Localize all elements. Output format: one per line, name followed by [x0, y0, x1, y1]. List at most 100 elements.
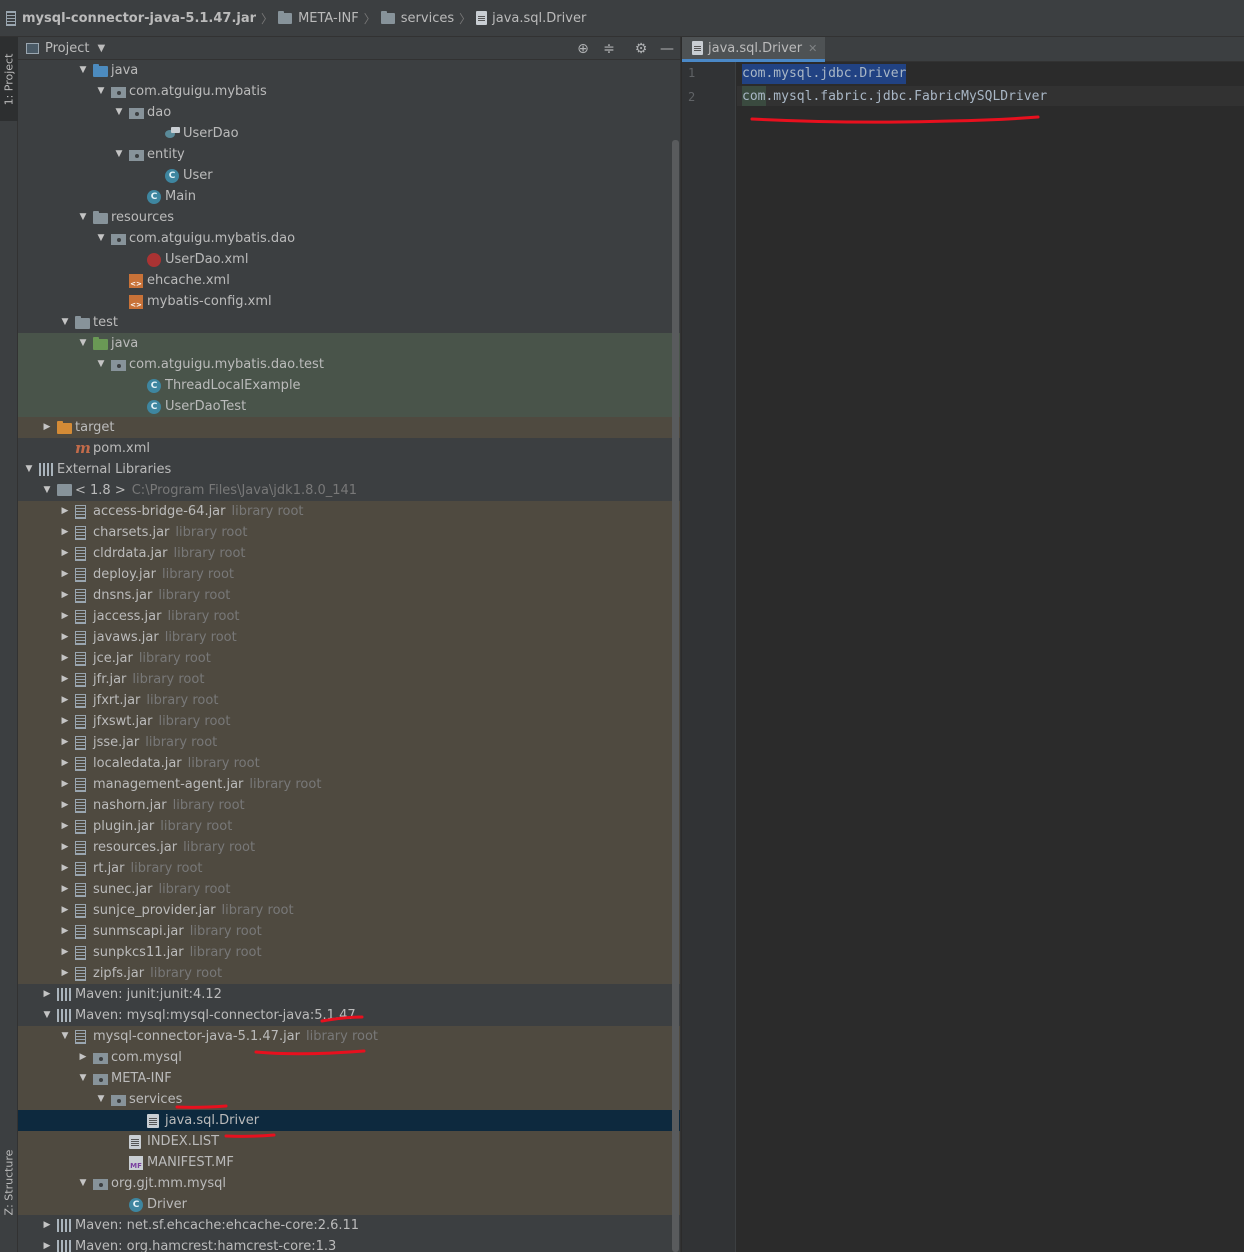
project-tree[interactable]: ▼ java ▼ com.atguigu.mybatis ▼ dao UserDao ▼ ent… [18, 60, 680, 1252]
tree-node[interactable]: ▶ sunjce_provider.jar library root [18, 900, 680, 921]
expand-arrow-open-icon[interactable]: ▼ [42, 1005, 52, 1026]
expand-arrow-closed-icon[interactable]: ▶ [60, 774, 70, 795]
expand-arrow-closed-icon[interactable]: ▶ [60, 564, 70, 585]
tree-node[interactable]: ▼ test [18, 312, 680, 333]
expand-arrow-closed-icon[interactable]: ▶ [60, 837, 70, 858]
expand-arrow-closed-icon[interactable]: ▶ [60, 501, 70, 522]
tree-node[interactable]: ▼ External Libraries [18, 459, 680, 480]
tree-node[interactable]: ▶ sunmscapi.jar library root [18, 921, 680, 942]
tree-leaf[interactable]: java.sql.Driver [18, 1110, 680, 1131]
expand-arrow-open-icon[interactable]: ▼ [96, 228, 106, 249]
expand-arrow-closed-icon[interactable]: ▶ [60, 732, 70, 753]
expand-arrow-closed-icon[interactable]: ▶ [60, 606, 70, 627]
tree-node[interactable]: ▶ deploy.jar library root [18, 564, 680, 585]
expand-arrow-open-icon[interactable]: ▼ [78, 207, 88, 228]
project-tool-tab[interactable]: 1: Project [0, 37, 18, 121]
code-line-2[interactable]: com.mysql.fabric.jdbc.FabricMySQLDriver [742, 87, 1047, 107]
expand-arrow-open-icon[interactable]: ▼ [42, 480, 52, 501]
expand-arrow-open-icon[interactable]: ▼ [114, 144, 124, 165]
expand-arrow-closed-icon[interactable]: ▶ [60, 627, 70, 648]
tree-node[interactable]: ▼ META-INF [18, 1068, 680, 1089]
expand-arrow-closed-icon[interactable]: ▶ [60, 711, 70, 732]
expand-arrow-closed-icon[interactable]: ▶ [60, 921, 70, 942]
tree-leaf[interactable]: <> mybatis-config.xml [18, 291, 680, 312]
breadcrumb-item[interactable]: mysql-connector-java-5.1.47.jar [6, 10, 256, 26]
code-line-1[interactable]: com.mysql.jdbc.Driver [742, 64, 907, 84]
tree-node[interactable]: ▶ access-bridge-64.jar library root [18, 501, 680, 522]
tree-leaf[interactable]: C ThreadLocalExample [18, 375, 680, 396]
tree-leaf[interactable]: INDEX.LIST [18, 1131, 680, 1152]
project-view-selector[interactable]: Project [45, 41, 89, 56]
tree-node[interactable]: ▶ Maven: net.sf.ehcache:ehcache-core:2.6.… [18, 1215, 680, 1236]
expand-arrow-closed-icon[interactable]: ▶ [60, 900, 70, 921]
tree-node[interactable]: ▶ zipfs.jar library root [18, 963, 680, 984]
expand-arrow-open-icon[interactable]: ▼ [96, 354, 106, 375]
tree-node[interactable]: ▶ charsets.jar library root [18, 522, 680, 543]
tree-node[interactable]: ▼ java [18, 60, 680, 81]
tree-node[interactable]: ▶ management-agent.jar library root [18, 774, 680, 795]
tree-node[interactable]: ▼ Maven: mysql:mysql-connector-java:5.1.4… [18, 1005, 680, 1026]
expand-arrow-closed-icon[interactable]: ▶ [60, 816, 70, 837]
structure-tool-tab[interactable]: Z: Structure [0, 1142, 18, 1222]
tree-node[interactable]: ▼ java [18, 333, 680, 354]
tree-node[interactable]: ▶ localedata.jar library root [18, 753, 680, 774]
close-icon[interactable]: ✕ [808, 42, 817, 55]
tree-node[interactable]: ▶ dnsns.jar library root [18, 585, 680, 606]
chevron-down-icon[interactable]: ▼ [97, 43, 105, 54]
expand-arrow-closed-icon[interactable]: ▶ [42, 417, 52, 438]
expand-arrow-open-icon[interactable]: ▼ [96, 1089, 106, 1110]
expand-arrow-closed-icon[interactable]: ▶ [60, 669, 70, 690]
tree-node[interactable]: ▼ entity [18, 144, 680, 165]
tree-node[interactable]: ▼ < 1.8 > C:\Program Files\Java\jdk1.8.0_1… [18, 480, 680, 501]
tree-leaf[interactable]: C User [18, 165, 680, 186]
expand-arrow-closed-icon[interactable]: ▶ [42, 984, 52, 1005]
tree-node[interactable]: ▶ javaws.jar library root [18, 627, 680, 648]
breadcrumb-item[interactable]: services [380, 10, 454, 26]
tree-node[interactable]: ▼ services [18, 1089, 680, 1110]
tree-node[interactable]: ▼ com.atguigu.mybatis.dao.test [18, 354, 680, 375]
tree-leaf[interactable]: MF MANIFEST.MF [18, 1152, 680, 1173]
tree-node[interactable]: ▼ dao [18, 102, 680, 123]
expand-arrow-closed-icon[interactable]: ▶ [60, 753, 70, 774]
expand-arrow-open-icon[interactable]: ▼ [78, 60, 88, 81]
tree-node[interactable]: ▶ target [18, 417, 680, 438]
expand-arrow-open-icon[interactable]: ▼ [96, 81, 106, 102]
tree-node[interactable]: ▶ com.mysql [18, 1047, 680, 1068]
editor-tab-java-sql-driver[interactable]: java.sql.Driver ✕ [682, 37, 826, 62]
tree-node[interactable]: ▶ jsse.jar library root [18, 732, 680, 753]
expand-arrow-open-icon[interactable]: ▼ [78, 1173, 88, 1194]
tree-leaf[interactable]: C Main [18, 186, 680, 207]
expand-arrow-closed-icon[interactable]: ▶ [60, 879, 70, 900]
collapse-all-icon[interactable]: ≑ [600, 40, 618, 58]
tree-leaf[interactable]: <> ehcache.xml [18, 270, 680, 291]
tree-node[interactable]: ▶ nashorn.jar library root [18, 795, 680, 816]
tree-node[interactable]: ▶ jfxrt.jar library root [18, 690, 680, 711]
expand-arrow-closed-icon[interactable]: ▶ [60, 690, 70, 711]
expand-arrow-closed-icon[interactable]: ▶ [60, 648, 70, 669]
tree-node[interactable]: ▶ Maven: junit:junit:4.12 [18, 984, 680, 1005]
expand-arrow-open-icon[interactable]: ▼ [114, 102, 124, 123]
breadcrumb-item[interactable]: META-INF [278, 10, 359, 26]
tree-node[interactable]: ▶ plugin.jar library root [18, 816, 680, 837]
tree-node[interactable]: ▼ com.atguigu.mybatis.dao [18, 228, 680, 249]
expand-arrow-open-icon[interactable]: ▼ [60, 1026, 70, 1047]
expand-arrow-closed-icon[interactable]: ▶ [42, 1236, 52, 1252]
project-tree-scrollbar[interactable] [672, 140, 679, 1252]
expand-arrow-open-icon[interactable]: ▼ [78, 333, 88, 354]
expand-arrow-closed-icon[interactable]: ▶ [60, 942, 70, 963]
expand-arrow-open-icon[interactable]: ▼ [60, 312, 70, 333]
tree-node[interactable]: ▶ cldrdata.jar library root [18, 543, 680, 564]
locate-icon[interactable]: ⊕ [574, 40, 592, 58]
expand-arrow-closed-icon[interactable]: ▶ [60, 858, 70, 879]
expand-arrow-closed-icon[interactable]: ▶ [60, 522, 70, 543]
expand-arrow-closed-icon[interactable]: ▶ [60, 795, 70, 816]
tree-node[interactable]: ▼ org.gjt.mm.mysql [18, 1173, 680, 1194]
expand-arrow-closed-icon[interactable]: ▶ [60, 585, 70, 606]
expand-arrow-closed-icon[interactable]: ▶ [78, 1047, 88, 1068]
tree-node[interactable]: ▼ com.atguigu.mybatis [18, 81, 680, 102]
expand-arrow-open-icon[interactable]: ▼ [24, 459, 34, 480]
breadcrumb-item[interactable]: java.sql.Driver [476, 11, 586, 26]
tree-node[interactable]: ▶ Maven: org.hamcrest:hamcrest-core:1.3 [18, 1236, 680, 1252]
tree-node[interactable]: ▶ jfxswt.jar library root [18, 711, 680, 732]
expand-arrow-closed-icon[interactable]: ▶ [60, 963, 70, 984]
